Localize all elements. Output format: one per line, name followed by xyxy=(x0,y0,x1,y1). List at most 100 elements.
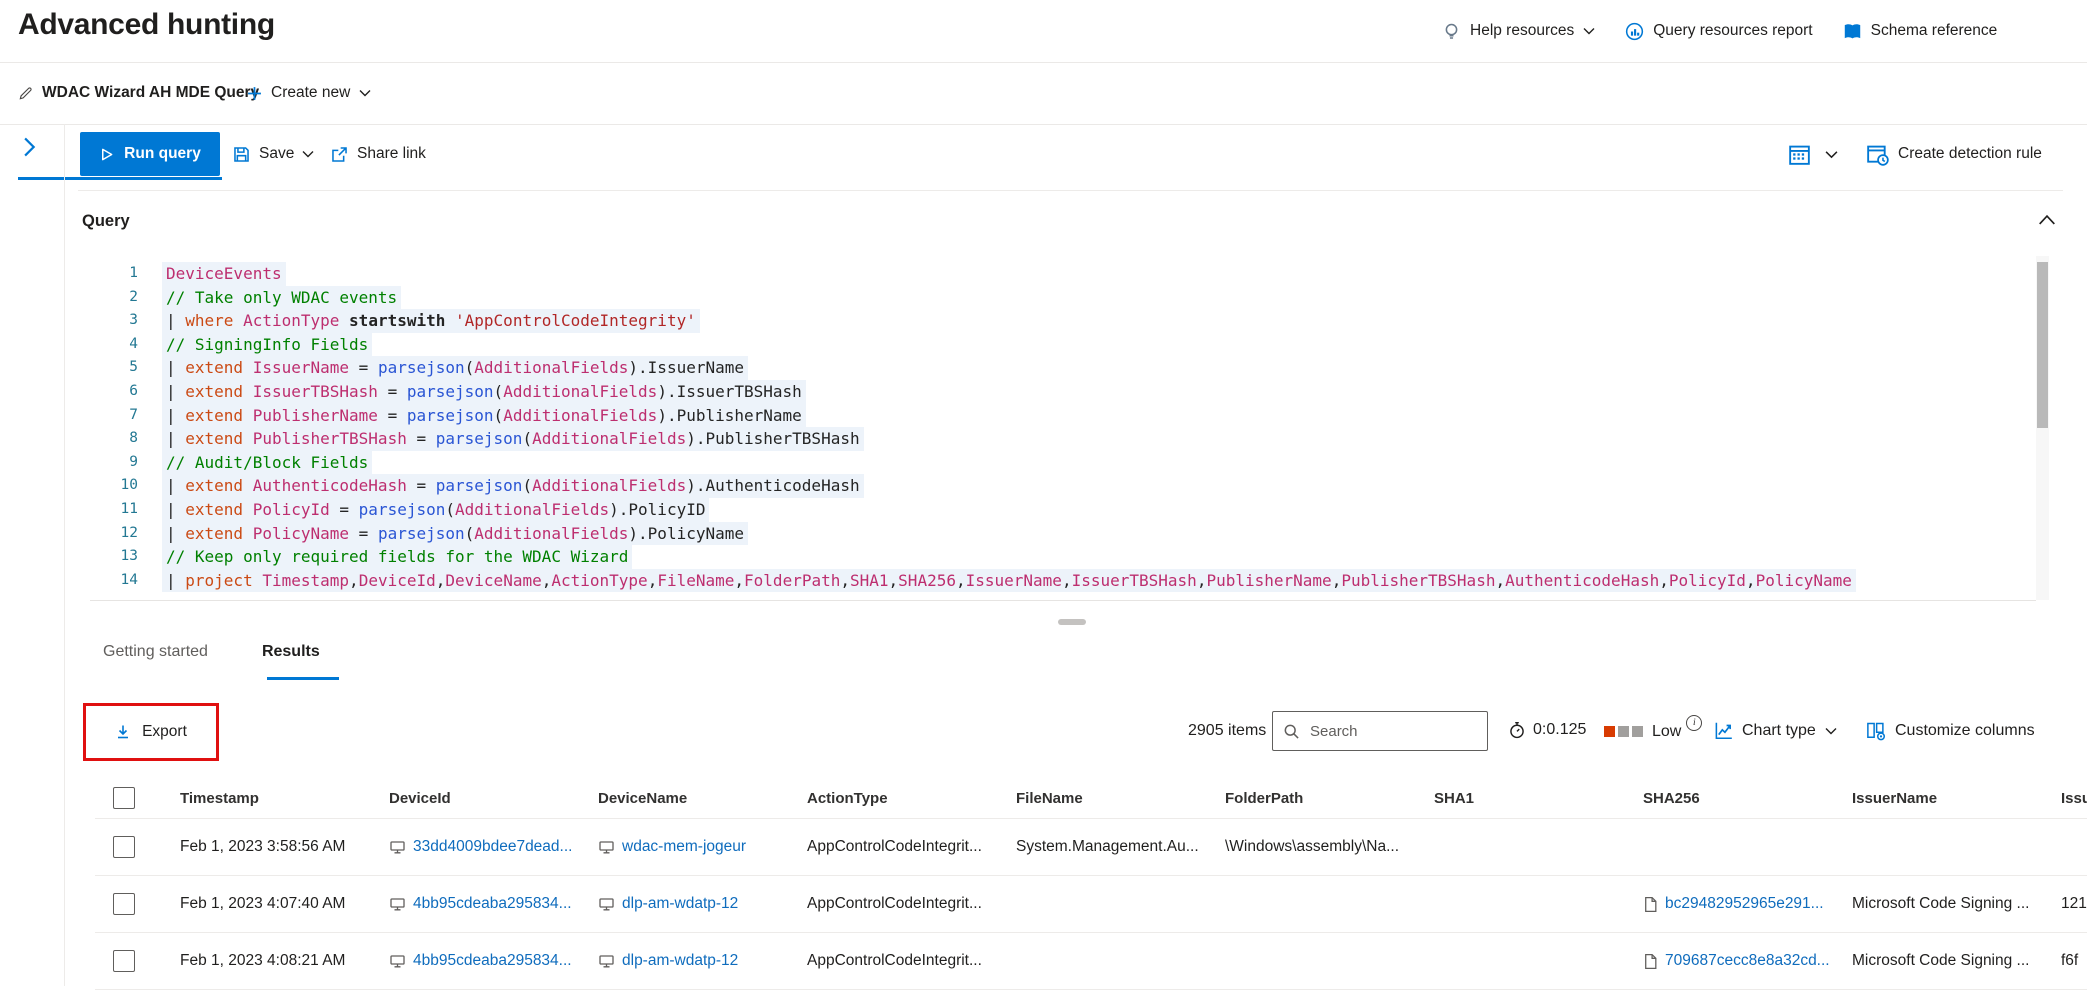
table-row[interactable]: Feb 1, 2023 4:08:21 AM4bb95cdeaba295834.… xyxy=(95,933,2087,990)
column-header[interactable]: FolderPath xyxy=(1225,790,1434,807)
search-input[interactable] xyxy=(1308,722,1462,741)
resource-usage-indicator: Low i xyxy=(1604,721,1702,742)
chart-type-label: Chart type xyxy=(1742,722,1816,740)
column-header[interactable]: DeviceName xyxy=(598,790,807,807)
splitter-handle[interactable] xyxy=(1058,619,1086,625)
code-text: // Take only WDAC events xyxy=(162,286,401,310)
usage-square-1 xyxy=(1604,726,1615,737)
time-range-calendar-icon[interactable] xyxy=(1788,143,1811,166)
cell-text: AppControlCodeIntegrit... xyxy=(807,952,982,970)
share-link-button[interactable]: Share link xyxy=(330,132,426,176)
save-button[interactable]: Save xyxy=(232,132,314,176)
column-header[interactable]: SHA1 xyxy=(1434,790,1643,807)
column-header[interactable]: DeviceId xyxy=(389,790,598,807)
cell-link[interactable]: bc29482952965e291... xyxy=(1665,895,1824,913)
run-query-button[interactable]: Run query xyxy=(80,132,220,176)
device-icon xyxy=(389,839,406,855)
create-detection-rule-button[interactable]: Create detection rule xyxy=(1866,143,2042,166)
code-line: 5| extend IssuerName = parsejson(Additio… xyxy=(90,356,2030,380)
expand-pane-chevron[interactable] xyxy=(22,136,38,158)
code-line: 4// SigningInfo Fields xyxy=(90,333,2030,357)
code-text: // Audit/Block Fields xyxy=(162,451,372,475)
column-header[interactable]: FileName xyxy=(1016,790,1225,807)
row-checkbox[interactable] xyxy=(113,893,135,915)
search-box[interactable] xyxy=(1272,711,1488,751)
cell-text: Microsoft Code Signing ... xyxy=(1852,952,2029,970)
device-icon xyxy=(389,896,406,912)
results-table: TimestampDeviceIdDeviceNameActionTypeFil… xyxy=(95,778,2087,990)
column-header[interactable]: SHA256 xyxy=(1643,790,1852,807)
row-checkbox[interactable] xyxy=(113,950,135,972)
scrollbar-thumb[interactable] xyxy=(2037,262,2048,428)
cell-text: AppControlCodeIntegrit... xyxy=(807,838,982,856)
cell-link[interactable]: dlp-am-wdatp-12 xyxy=(622,895,738,913)
tab-getting-started[interactable]: Getting started xyxy=(103,643,208,675)
command-bar-right: Create detection rule xyxy=(1788,132,2042,176)
column-header[interactable]: ActionType xyxy=(807,790,1016,807)
cell-text: 121 xyxy=(2061,895,2087,913)
column-header[interactable]: Issu xyxy=(2061,790,2087,807)
chevron-down-icon[interactable] xyxy=(1825,150,1838,159)
cell-link[interactable]: wdac-mem-jogeur xyxy=(622,838,746,856)
cell-link[interactable]: 33dd4009bdee7dead... xyxy=(413,838,572,856)
cell-link[interactable]: 709687cecc8e8a32cd... xyxy=(1665,952,1830,970)
device-icon xyxy=(598,953,615,969)
query-panel-border xyxy=(78,190,2063,191)
export-button[interactable]: Export xyxy=(109,722,193,742)
line-number: 7 xyxy=(90,404,138,428)
query-resources-report-button[interactable]: Query resources report xyxy=(1625,22,1812,41)
chevron-down-icon xyxy=(302,150,314,158)
code-text: | extend IssuerName = parsejson(Addition… xyxy=(162,356,748,380)
cell-link[interactable]: 4bb95cdeaba295834... xyxy=(413,952,572,970)
export-label: Export xyxy=(142,723,187,741)
cell-text: Feb 1, 2023 3:58:56 AM xyxy=(180,838,345,856)
chart-type-button[interactable]: Chart type xyxy=(1714,721,1837,740)
cell-link[interactable]: dlp-am-wdatp-12 xyxy=(622,952,738,970)
calendar-clock-icon xyxy=(1866,143,1889,166)
create-new-button[interactable]: Create new xyxy=(247,62,371,124)
table-row[interactable]: Feb 1, 2023 3:58:56 AM 33dd4009bdee7dead.… xyxy=(95,819,2087,876)
schema-reference-button[interactable]: Schema reference xyxy=(1843,22,1998,41)
page-title: Advanced hunting xyxy=(18,8,275,42)
column-header[interactable]: IssuerName xyxy=(1852,790,2061,807)
code-line: 8| extend PublisherTBSHash = parsejson(A… xyxy=(90,427,2030,451)
query-panel-title: Query xyxy=(82,212,130,231)
cell-link[interactable]: 4bb95cdeaba295834... xyxy=(413,895,572,913)
line-number: 11 xyxy=(90,498,138,522)
table-row[interactable]: Feb 1, 2023 4:07:40 AM4bb95cdeaba295834.… xyxy=(95,876,2087,933)
collapse-query-chevron-icon[interactable] xyxy=(2038,214,2056,226)
tab-label: WDAC Wizard AH MDE Query xyxy=(42,84,259,102)
download-icon xyxy=(115,724,131,740)
line-number: 8 xyxy=(90,427,138,451)
create-new-label: Create new xyxy=(271,84,350,102)
file-icon xyxy=(1643,896,1658,913)
code-line: 3| where ActionType startswith 'AppContr… xyxy=(90,309,2030,333)
code-line: 6| extend IssuerTBSHash = parsejson(Addi… xyxy=(90,380,2030,404)
query-resources-report-label: Query resources report xyxy=(1653,22,1812,40)
book-icon xyxy=(1843,22,1862,41)
column-header[interactable]: Timestamp xyxy=(180,790,389,807)
code-text: | extend AuthenticodeHash = parsejson(Ad… xyxy=(162,474,864,498)
line-number: 2 xyxy=(90,286,138,310)
customize-columns-label: Customize columns xyxy=(1895,722,2035,740)
tab-results[interactable]: Results xyxy=(262,643,320,675)
chart-icon xyxy=(1714,721,1733,740)
report-icon xyxy=(1625,22,1644,41)
query-tab-bar: WDAC Wizard AH MDE Query Create new xyxy=(0,62,2087,125)
line-number: 4 xyxy=(90,333,138,357)
info-icon[interactable]: i xyxy=(1686,715,1702,731)
code-text: | extend IssuerTBSHash = parsejson(Addit… xyxy=(162,380,806,404)
code-line: 13// Keep only required fields for the W… xyxy=(90,545,2030,569)
help-resources-button[interactable]: Help resources xyxy=(1442,22,1595,41)
select-all-checkbox[interactable] xyxy=(113,787,135,809)
code-line: 2 // Take only WDAC events xyxy=(90,286,2030,310)
code-line: 14| project Timestamp,DeviceId,DeviceNam… xyxy=(90,569,2030,593)
query-code-editor[interactable]: 1DeviceEvents2// Take only WDAC events3|… xyxy=(90,262,2030,594)
row-checkbox[interactable] xyxy=(113,836,135,858)
line-number: 13 xyxy=(90,545,138,569)
customize-columns-button[interactable]: Customize columns xyxy=(1866,721,2035,741)
run-query-label: Run query xyxy=(124,145,201,163)
table-header-row: TimestampDeviceIdDeviceNameActionTypeFil… xyxy=(95,778,2087,819)
tab-wdac-wizard-query[interactable]: WDAC Wizard AH MDE Query xyxy=(18,62,259,124)
editor-scrollbar[interactable] xyxy=(2036,256,2049,600)
